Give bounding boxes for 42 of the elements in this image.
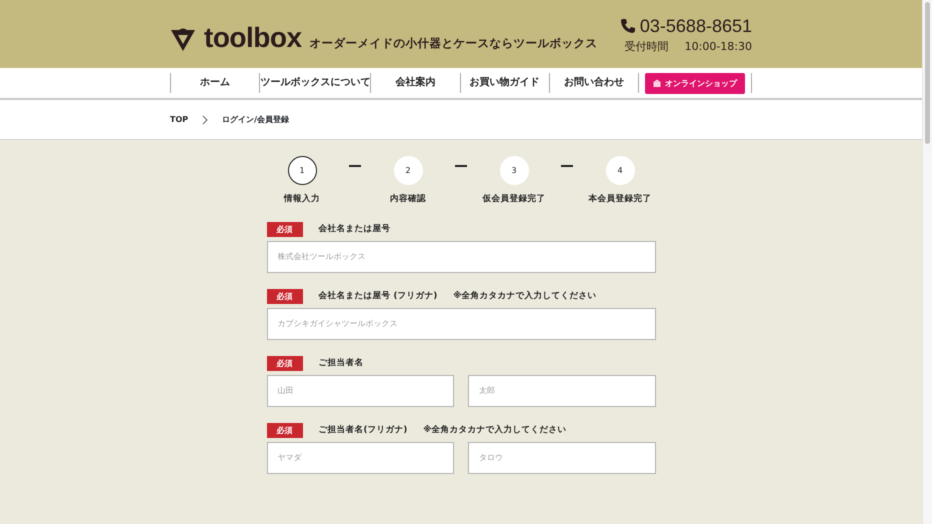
business-hours: 10:00-18:30: [684, 38, 752, 55]
step-number: 1: [288, 156, 316, 185]
online-shop-button[interactable]: オンラインショップ: [645, 72, 745, 94]
step-label: 内容確認: [390, 193, 426, 206]
nav-link[interactable]: 会社案内: [370, 73, 460, 93]
field-note: ※全角カタカナで入力してください: [423, 424, 567, 437]
hours-label: 受付時間: [624, 38, 669, 55]
phone-icon: [620, 18, 636, 34]
required-badge: 必須: [266, 222, 302, 237]
step-label: 情報入力: [284, 193, 320, 206]
nav-link[interactable]: ホーム: [170, 73, 260, 93]
input-field[interactable]: ヤマダ: [266, 442, 454, 474]
breadcrumb-item[interactable]: TOP: [170, 114, 188, 126]
input-field[interactable]: 山田: [266, 374, 454, 407]
required-badge: 必須: [266, 288, 302, 304]
nav-link[interactable]: お問い合わせ: [548, 73, 638, 93]
tagline: オーダーメイドの小什器とケースならツールボックス: [310, 34, 598, 52]
scrollbar-thumb[interactable]: [925, 2, 930, 144]
nav-link[interactable]: ツールボックスについて: [259, 73, 370, 93]
bag-icon: [653, 79, 661, 87]
phone-number: 03-5688-8651: [640, 16, 752, 35]
input-field[interactable]: 株式会社ツールボックス: [266, 240, 656, 273]
field-label: ご担当者名(フリガナ): [318, 424, 408, 437]
logo-icon: [170, 28, 196, 52]
input-field[interactable]: カブシキガイシャツールボックス: [266, 308, 656, 340]
required-badge: 必須: [266, 356, 302, 371]
field-label: ご担当者名: [318, 356, 364, 370]
step-number: 4: [606, 156, 634, 185]
input-field[interactable]: 太郎: [468, 374, 656, 407]
field-label: 会社名または屋号 (フリガナ): [318, 290, 438, 303]
input-field[interactable]: タロウ: [468, 442, 656, 474]
chevron-icon: [202, 114, 208, 124]
step-label: 仮会員登録完了: [482, 193, 546, 206]
required-badge: 必須: [266, 422, 302, 438]
field-note: ※全角カタカナで入力してください: [453, 290, 596, 303]
nav-link[interactable]: お買い物ガイド: [460, 73, 549, 93]
logo-text[interactable]: toolbox: [204, 24, 302, 52]
step-number: 3: [500, 156, 528, 185]
breadcrumb-item: ログイン/会員登録: [222, 114, 290, 126]
step-label: 本会員登録完了: [588, 193, 652, 206]
field-label: 会社名または屋号: [318, 222, 390, 236]
step-number: 2: [394, 156, 422, 185]
